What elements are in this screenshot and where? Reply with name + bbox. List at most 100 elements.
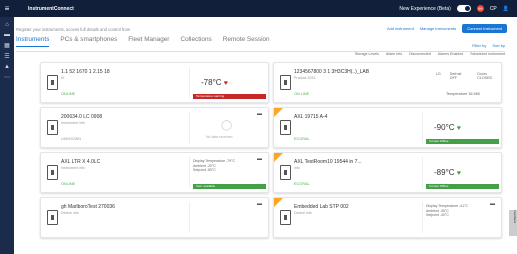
freezer-icon [280, 210, 291, 225]
notification-badge[interactable]: 99 [476, 5, 484, 12]
alarm-icon[interactable]: ▬ [490, 201, 495, 207]
alarm-icon[interactable]: ▬ [257, 156, 262, 162]
instrument-card[interactable]: AXL LTR X 4.0LC Instrument info ONLINE D… [40, 152, 269, 193]
separator [422, 157, 423, 188]
separator [189, 112, 190, 143]
mini-readings: Display Temperature -79°C Ambient -20°C … [193, 159, 235, 173]
legend-item: Alarm info [385, 52, 403, 56]
home-icon[interactable]: ⌂ [5, 22, 9, 28]
chart-icon[interactable]: ▲ [4, 64, 10, 70]
reading: Display Temperature -41°C [426, 204, 468, 208]
folder-icon[interactable]: ▬ [4, 32, 10, 38]
separator [189, 67, 190, 98]
instrument-card[interactable]: 200634.0 LC 0908 Instrument info UNKNOWN… [40, 107, 269, 148]
temperature: -78°C ♥ [201, 78, 228, 87]
warning-corner [274, 198, 283, 207]
status-pill: Instr. available [193, 184, 266, 189]
stat-item: Defrost OFF [449, 72, 462, 80]
card-name: AXL 19715 A-4 [294, 114, 328, 120]
feedback-tab[interactable]: Feedback [509, 210, 517, 236]
sort-label[interactable]: Sort by [492, 43, 505, 48]
list-icon[interactable]: ☰ [4, 53, 9, 60]
card-status: ONLINE [61, 92, 76, 96]
warning-corner [274, 108, 283, 117]
tab-remote-session[interactable]: Remote Session [223, 36, 270, 47]
freezer-icon [47, 210, 58, 225]
freezer-icon [280, 120, 291, 135]
card-sub: Product 2033 [294, 76, 316, 80]
new-experience-toggle[interactable] [456, 5, 471, 12]
card-name: 200634.0 LC 0908 [61, 114, 103, 120]
card-status: ON LINE [294, 92, 310, 96]
alarm-icon[interactable]: ▬ [257, 111, 262, 117]
card-sub: Instrument info [61, 121, 85, 125]
warning-corner [274, 153, 283, 162]
tab-fleet-manager[interactable]: Fleet Manager [128, 36, 169, 47]
temperature: -90°C ♥ [434, 123, 461, 132]
card-footer: Temperature 36.980 [446, 92, 480, 96]
reading: Setpoint -40°C [426, 213, 449, 217]
tab-pcs[interactable]: PCs & smartphones [60, 36, 117, 47]
separator [189, 202, 190, 233]
sidebar: ⌂ ▬ ▦ ☰ ▲ ⋯ [0, 17, 14, 254]
instrument-card[interactable]: AXL TestRoom10 19544 in 7... info ECORAL… [273, 152, 502, 193]
freezer-icon [47, 75, 58, 90]
legend-item: Alarms Enabled [437, 52, 464, 56]
card-name: AXL TestRoom10 19544 in 7... [294, 159, 362, 165]
top-bar: ≡ InstrumentConnect New Experience (Beta… [0, 0, 517, 17]
card-sub: info [294, 166, 300, 170]
card-stats: LG Defrost OFF Doors CLOSED [436, 72, 501, 80]
card-status: UNKNOWN [61, 137, 82, 141]
freezer-icon [280, 75, 291, 90]
card-name: 1234567800 3 1 3H3C3H(..)_LAB [294, 69, 370, 75]
status-pill: Current Offline [426, 139, 499, 144]
instrument-card[interactable]: gh MarlboroTest 270036 Device info ▬ [40, 197, 269, 238]
heart-icon: ♥ [456, 125, 461, 132]
user-initials[interactable]: CP [490, 6, 497, 12]
reading: Setpoint -80°C [193, 168, 216, 172]
temperature: -89°C ♥ [434, 168, 461, 177]
freezer-icon [47, 165, 58, 180]
instrument-card[interactable]: AXL 19715 A-4 ECORAL -90°C ♥ Current Off… [273, 107, 502, 148]
grid-icon[interactable]: ▦ [4, 42, 10, 49]
add-instrument-link[interactable]: Add instrument [387, 26, 414, 31]
menu-icon[interactable]: ≡ [0, 4, 14, 13]
card-name: 1.1 52 1670 1 2.15 18 [61, 69, 110, 75]
card-status: ECORAL [294, 137, 310, 141]
manage-instruments-link[interactable]: Manage instruments [420, 26, 456, 31]
separator [189, 157, 190, 188]
connect-instrument-button[interactable]: Connect Instrument [462, 24, 507, 33]
status-pill: Current Offline [426, 184, 499, 189]
stat-item: LG [436, 72, 441, 76]
stat-item: Doors CLOSED [477, 72, 493, 80]
instrument-grid: 1.1 52 1670 1 2.15 18 IS ONLINE -78°C ♥ … [40, 62, 502, 254]
instrument-card[interactable]: 1234567800 3 1 3H3C3H(..)_LAB Product 20… [273, 62, 502, 103]
filter-label[interactable]: Filter by [472, 43, 486, 48]
freezer-icon [280, 165, 291, 180]
card-sub: Device info [294, 211, 312, 215]
instrument-card[interactable]: 1.1 52 1670 1 2.15 18 IS ONLINE -78°C ♥ … [40, 62, 269, 103]
legend-item: Disconnected [409, 52, 431, 56]
legend-item: Scheduled instrument [470, 52, 505, 56]
no-data-icon: ◯ [221, 120, 233, 131]
reading: Display Temperature -79°C [193, 159, 235, 163]
card-sub: Instrument info [61, 166, 85, 170]
freezer-icon [47, 120, 58, 135]
mini-readings: Display Temperature -41°C Ambient -39°C … [426, 204, 468, 218]
help-text: Register your instruments, access full d… [16, 27, 131, 32]
separator [422, 112, 423, 143]
card-status: ONLINE [61, 182, 76, 186]
alarm-icon[interactable]: ▬ [257, 201, 262, 207]
more-icon[interactable]: ⋯ [4, 74, 10, 81]
account-icon[interactable]: 👤 [503, 6, 509, 12]
brand-name: InstrumentConnect [28, 5, 74, 12]
card-sub: IS [61, 76, 65, 80]
heart-icon: ♥ [456, 170, 461, 177]
instrument-card[interactable]: Embedded Lab STP 002 Device info Display… [273, 197, 502, 238]
card-name: gh MarlboroTest 270036 [61, 204, 115, 210]
status-pill: Temperature warning [193, 94, 266, 99]
tab-instruments[interactable]: Instruments [16, 36, 50, 47]
tab-collections[interactable]: Collections [180, 36, 211, 47]
card-sub: Device info [61, 211, 79, 215]
status-legend: Storage Levels Alarm info Disconnected A… [355, 52, 505, 56]
